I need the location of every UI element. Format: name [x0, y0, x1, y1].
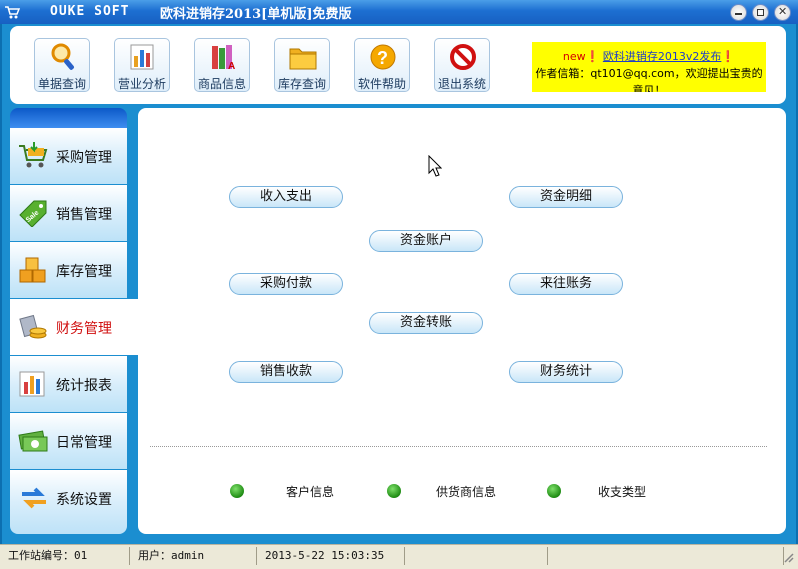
fund-detail-button[interactable]: 资金明细	[509, 186, 623, 208]
product-info-button[interactable]: A 商品信息	[194, 38, 250, 92]
fund-account-button[interactable]: 资金账户	[369, 230, 483, 252]
accounts-button[interactable]: 来往账务	[509, 273, 623, 295]
user-status: 用户：admin	[130, 547, 257, 565]
business-analysis-button[interactable]: 营业分析	[114, 38, 170, 92]
report-chart-icon	[19, 371, 45, 397]
sidebar-item-label: 库存管理	[56, 264, 112, 280]
sidebar-item-purchase[interactable]: 采购管理	[10, 128, 127, 184]
boxes-icon	[19, 257, 46, 283]
fund-transfer-button[interactable]: 资金转账	[369, 312, 483, 334]
minimize-button[interactable]	[730, 4, 747, 21]
datetime-status: 2013-5-22 15:03:35	[257, 547, 405, 565]
help-icon: ?	[370, 44, 396, 70]
workstation-status: 工作站编号：01	[0, 547, 130, 565]
close-button[interactable]	[774, 4, 791, 21]
stock-query-label: 库存查询	[277, 77, 326, 91]
customer-info-link[interactable]: 客户信息	[286, 483, 334, 500]
exit-system-label: 退出系统	[437, 77, 486, 91]
sidebar-item-reports[interactable]: 统计报表	[10, 356, 127, 412]
stock-query-button[interactable]: 库存查询	[274, 38, 330, 92]
sidebar-item-inventory[interactable]: 库存管理	[10, 242, 127, 298]
coins-icon	[19, 314, 47, 339]
brand-name: OUKE SOFT	[50, 4, 130, 19]
window-title: 欧科进销存2013[单机版]免费版	[160, 7, 352, 22]
sidebar-item-label: 统计报表	[56, 378, 112, 394]
author-email-text: 作者信箱：qt101@qq.com，欢迎提出宝贵的意见！	[535, 67, 763, 92]
software-help-label: 软件帮助	[357, 77, 406, 91]
money-icon	[18, 430, 48, 452]
document-query-label: 单据查询	[37, 77, 86, 91]
finance-stats-button[interactable]: 财务统计	[509, 361, 623, 383]
folder-icon	[289, 48, 317, 70]
document-query-button[interactable]: 单据查询	[34, 38, 90, 92]
sidebar-item-label: 系统设置	[56, 492, 112, 508]
content-divider	[150, 446, 767, 447]
no-entry-icon	[450, 44, 476, 70]
green-dot-icon	[387, 484, 401, 498]
release-link[interactable]: 欧科进销存2013v2发布	[603, 50, 722, 63]
empty-status-cell	[548, 547, 784, 565]
payment-type-link[interactable]: 收支类型	[598, 483, 646, 500]
svg-text:A: A	[228, 61, 235, 72]
resize-grip-icon[interactable]	[782, 551, 794, 563]
software-help-button[interactable]: ? 软件帮助	[354, 38, 410, 92]
sales-receipt-button[interactable]: 销售收款	[229, 361, 343, 383]
app-cart-icon	[5, 6, 20, 19]
maximize-button[interactable]	[752, 4, 769, 21]
supplier-info-link[interactable]: 供货商信息	[436, 483, 496, 500]
sidebar-item-label: 财务管理	[56, 321, 112, 337]
shopping-cart-icon	[19, 142, 48, 168]
sidebar-header	[10, 108, 127, 128]
books-icon: A	[212, 45, 235, 72]
sidebar-item-label: 日常管理	[56, 435, 112, 451]
sidebar-item-settings[interactable]: 系统设置	[10, 470, 127, 534]
arrows-icon	[22, 487, 46, 509]
svg-text:?: ?	[377, 48, 388, 68]
announcement-box: new❗ 欧科进销存2013v2发布❗ 作者信箱：qt101@qq.com，欢迎…	[532, 42, 766, 92]
purchase-payment-button[interactable]: 采购付款	[229, 273, 343, 295]
title-bar[interactable]: OUKE SOFT 欧科进销存2013[单机版]免费版	[0, 0, 798, 24]
exit-system-button[interactable]: 退出系统	[434, 38, 490, 92]
new-tag: new	[562, 50, 586, 63]
sidebar-item-label: 销售管理	[56, 207, 112, 223]
sale-tag-icon: Sale	[19, 200, 47, 227]
income-expense-button[interactable]: 收入支出	[229, 186, 343, 208]
green-dot-icon	[547, 484, 561, 498]
mouse-pointer-icon	[428, 155, 442, 177]
magnifier-icon	[51, 43, 74, 70]
sidebar-item-daily[interactable]: 日常管理	[10, 413, 127, 469]
status-bar: 工作站编号：01 用户：admin 2013-5-22 15:03:35	[0, 544, 798, 569]
sidebar-item-finance[interactable]: 财务管理	[10, 299, 140, 355]
bar-chart-icon	[130, 44, 154, 70]
product-info-label: 商品信息	[197, 77, 246, 91]
sidebar-item-sales[interactable]: Sale 销售管理	[10, 185, 127, 241]
empty-status-cell	[405, 547, 548, 565]
sidebar-item-label: 采购管理	[56, 150, 112, 166]
green-dot-icon	[230, 484, 244, 498]
business-analysis-label: 营业分析	[117, 77, 166, 91]
